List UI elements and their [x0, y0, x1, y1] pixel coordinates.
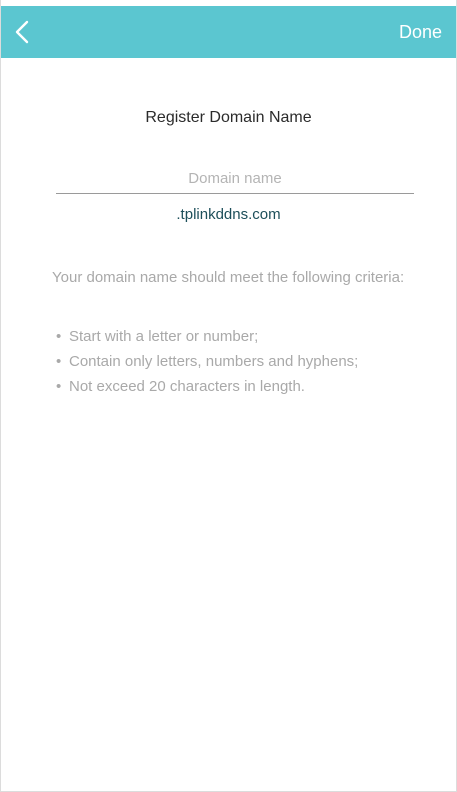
criteria-item: • Not exceed 20 characters in length.	[52, 374, 422, 399]
criteria-intro-text: Your domain name should meet the followi…	[52, 269, 405, 286]
criteria-list: • Start with a letter or number; • Conta…	[52, 324, 422, 399]
back-button[interactable]	[15, 17, 51, 47]
done-button[interactable]: Done	[399, 20, 442, 44]
domain-suffix: .tplinkddns.com	[176, 206, 281, 223]
top-navigation-bar: Done	[1, 6, 456, 58]
criteria-item-text: Not exceed 20 characters in length.	[69, 378, 305, 395]
criteria-item-text: Start with a letter or number;	[69, 328, 259, 345]
register-domain-screen: Done Register Domain Name .tplinkddns.co…	[0, 0, 457, 792]
criteria-item-text: Contain only letters, numbers and hyphen…	[69, 353, 359, 370]
criteria-item: • Start with a letter or number;	[52, 324, 422, 349]
criteria-item: • Contain only letters, numbers and hyph…	[52, 349, 422, 374]
chevron-left-icon	[15, 20, 29, 44]
domain-name-input[interactable]	[56, 164, 414, 194]
bullet-icon: •	[56, 378, 62, 395]
bullet-icon: •	[56, 328, 62, 345]
bullet-icon: •	[56, 353, 62, 370]
page-title: Register Domain Name	[145, 109, 312, 126]
